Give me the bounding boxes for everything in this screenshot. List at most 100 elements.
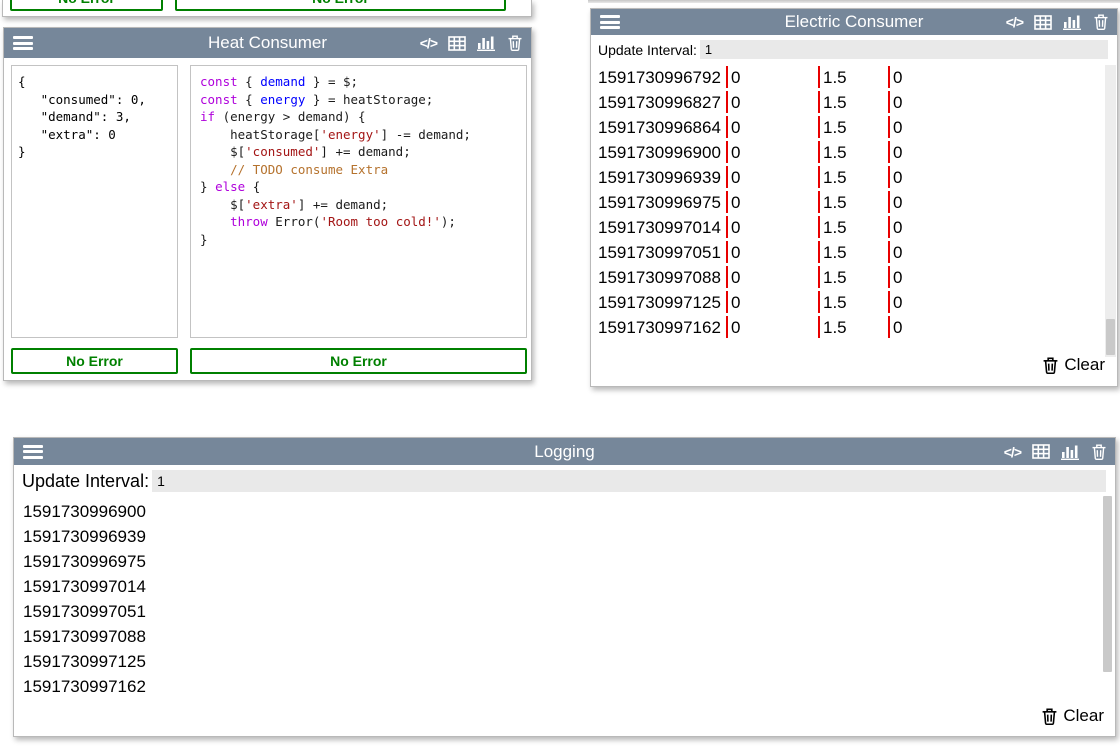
table-row: 1591730996827 0 1.5 0	[591, 90, 1104, 115]
status-no-error-right[interactable]: No Error	[190, 348, 527, 374]
trash-icon[interactable]	[1092, 444, 1106, 460]
menu-icon[interactable]	[23, 445, 43, 459]
update-interval-input[interactable]	[152, 470, 1106, 492]
value-cell: 0	[888, 65, 1104, 90]
log-entry: 1591730996939	[14, 524, 1100, 549]
timestamp-cell: 1591730996864	[591, 115, 726, 140]
timestamp-cell: 1591730996900	[591, 140, 726, 165]
menu-icon[interactable]	[13, 36, 33, 50]
clear-button[interactable]: Clear	[1043, 355, 1105, 375]
chart-view-icon[interactable]	[1063, 14, 1083, 30]
value-cell: 0	[888, 265, 1104, 290]
json-line: }	[18, 143, 171, 161]
scrollbar-thumb[interactable]	[1106, 319, 1115, 355]
table-row: 1591730996792 0 1.5 0	[591, 65, 1104, 90]
json-line: "consumed": 0,	[18, 91, 171, 109]
trash-icon	[1043, 357, 1058, 374]
timestamp-cell: 1591730996975	[591, 190, 726, 215]
trash-icon[interactable]	[1094, 14, 1108, 30]
value-cell: 1.5	[818, 115, 888, 140]
value-cell: 0	[726, 65, 818, 90]
table-view-icon[interactable]	[448, 36, 466, 51]
value-cell: 0	[726, 240, 818, 265]
table-row: 1591730997051 0 1.5 0	[591, 240, 1104, 265]
value-cell: 0	[726, 140, 818, 165]
log-entry: 1591730997125	[14, 649, 1100, 674]
update-interval-label: Update Interval:	[22, 471, 149, 492]
update-interval-row: Update Interval:	[14, 465, 1115, 492]
timestamp-cell: 1591730997125	[591, 290, 726, 315]
value-cell: 1.5	[818, 190, 888, 215]
log-entry: 1591730997014	[14, 574, 1100, 599]
panel-electric-consumer: Electric Consumer </>	[590, 8, 1118, 387]
value-cell: 0	[726, 165, 818, 190]
timestamp-cell: 1591730997014	[591, 215, 726, 240]
timestamp-cell: 1591730996792	[591, 65, 726, 90]
electric-data-table: 1591730996792 0 1.5 0 1591730996827 0 1.…	[591, 65, 1104, 340]
update-interval-label: Update Interval:	[598, 42, 697, 58]
code-editor[interactable]: const { demand } = $;const { energy } = …	[190, 65, 527, 338]
update-interval-input[interactable]	[700, 40, 1108, 59]
value-cell: 0	[726, 115, 818, 140]
json-line: {	[18, 73, 171, 91]
log-entry: 1591730997051	[14, 599, 1100, 624]
value-cell: 1.5	[818, 90, 888, 115]
chart-view-icon[interactable]	[477, 35, 497, 51]
table-row: 1591730997088 0 1.5 0	[591, 265, 1104, 290]
log-entry-list: 1591730996900159173099693915917309969751…	[14, 499, 1100, 699]
json-line: "extra": 0	[18, 126, 171, 144]
status-no-error-button[interactable]: No Error	[10, 0, 163, 11]
value-cell: 1.5	[818, 165, 888, 190]
panel-cutoff-top: No Error No Error	[2, 0, 532, 17]
value-cell: 1.5	[818, 290, 888, 315]
value-cell: 1.5	[818, 140, 888, 165]
log-entry: 1591730997088	[14, 624, 1100, 649]
value-cell: 0	[888, 240, 1104, 265]
header-toolbar: </>	[1006, 14, 1108, 30]
value-cell: 0	[888, 115, 1104, 140]
heat-consumer-header: Heat Consumer </>	[4, 28, 531, 58]
trash-icon[interactable]	[508, 35, 522, 51]
code-view-icon[interactable]: </>	[420, 35, 437, 51]
menu-icon[interactable]	[600, 15, 620, 29]
chart-view-icon[interactable]	[1061, 444, 1081, 460]
dashboard-canvas: No Error No Error Heat Consumer </>	[0, 0, 1120, 747]
value-cell: 0	[888, 140, 1104, 165]
value-cell: 0	[726, 215, 818, 240]
table-row: 1591730996975 0 1.5 0	[591, 190, 1104, 215]
value-cell: 0	[726, 190, 818, 215]
table-row: 1591730997125 0 1.5 0	[591, 290, 1104, 315]
value-cell: 0	[888, 165, 1104, 190]
table-view-icon[interactable]	[1034, 15, 1052, 30]
value-cell: 1.5	[818, 65, 888, 90]
state-json-editor[interactable]: { "consumed": 0, "demand": 3, "extra": 0…	[11, 65, 178, 338]
scrollbar[interactable]	[1102, 496, 1113, 702]
value-cell: 0	[888, 190, 1104, 215]
logging-header: Logging </>	[14, 438, 1115, 465]
status-no-error-button[interactable]: No Error	[175, 0, 506, 11]
header-toolbar: </>	[420, 35, 522, 51]
value-cell: 1.5	[818, 265, 888, 290]
trash-icon	[1042, 708, 1057, 725]
code-view-icon[interactable]: </>	[1004, 444, 1021, 460]
value-cell: 0	[726, 265, 818, 290]
clear-button[interactable]: Clear	[1042, 706, 1104, 726]
value-cell: 1.5	[818, 315, 888, 340]
log-entry: 1591730997162	[14, 674, 1100, 699]
update-interval-row: Update Interval:	[591, 35, 1117, 59]
value-cell: 0	[726, 290, 818, 315]
clear-label: Clear	[1063, 706, 1104, 726]
value-cell: 0	[726, 315, 818, 340]
timestamp-cell: 1591730997162	[591, 315, 726, 340]
code-view-icon[interactable]: </>	[1006, 14, 1023, 30]
status-no-error-left[interactable]: No Error	[11, 348, 178, 374]
timestamp-cell: 1591730997088	[591, 265, 726, 290]
table-row: 1591730997014 0 1.5 0	[591, 215, 1104, 240]
scrollbar[interactable]	[1105, 65, 1116, 357]
table-row: 1591730997162 0 1.5 0	[591, 315, 1104, 340]
value-cell: 0	[888, 215, 1104, 240]
table-view-icon[interactable]	[1032, 444, 1050, 459]
json-line: "demand": 3,	[18, 108, 171, 126]
scrollbar-thumb[interactable]	[1103, 496, 1112, 672]
value-cell: 0	[888, 90, 1104, 115]
